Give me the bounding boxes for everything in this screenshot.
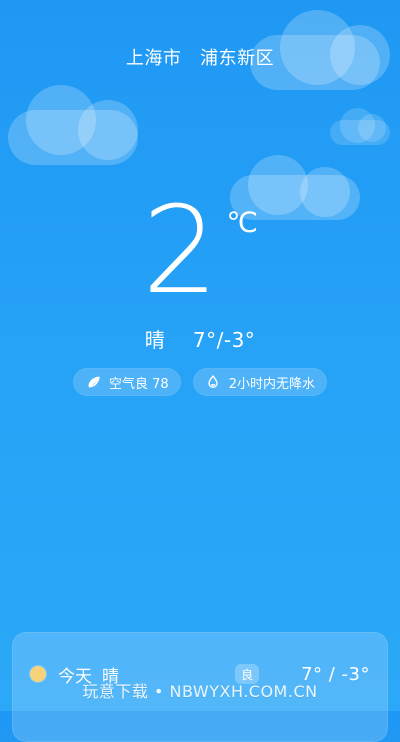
precipitation-label: 2小时内无降水 — [228, 376, 315, 392]
temperature-range: 7°/-3° — [192, 328, 256, 352]
current-condition: 晴 7°/-3° — [0, 324, 400, 353]
leaf-icon — [85, 374, 101, 390]
air-quality-pill[interactable]: 空气良 78 — [73, 368, 181, 396]
water-drop-icon — [205, 374, 221, 390]
temperature-unit: ℃ — [226, 206, 258, 239]
current-temperature: 2 ℃ — [0, 192, 400, 312]
location-spacer — [188, 48, 194, 69]
air-quality-label: 空气良 78 — [109, 376, 169, 392]
location-header[interactable]: 上海市 浦东新区 — [0, 44, 400, 70]
location-city: 上海市 — [125, 48, 182, 69]
temperature-value: 2 — [142, 182, 218, 321]
cloud-decoration — [330, 108, 390, 145]
precipitation-pill[interactable]: 2小时内无降水 — [192, 368, 327, 396]
condition-text: 晴 — [144, 328, 166, 352]
cloud-decoration — [8, 85, 138, 165]
weather-pills: 空气良 78 2小时内无降水 — [0, 368, 400, 396]
watermark-text: 玩意下载 • NBWYXH.COM.CN — [82, 682, 318, 701]
location-district: 浦东新区 — [200, 48, 275, 69]
